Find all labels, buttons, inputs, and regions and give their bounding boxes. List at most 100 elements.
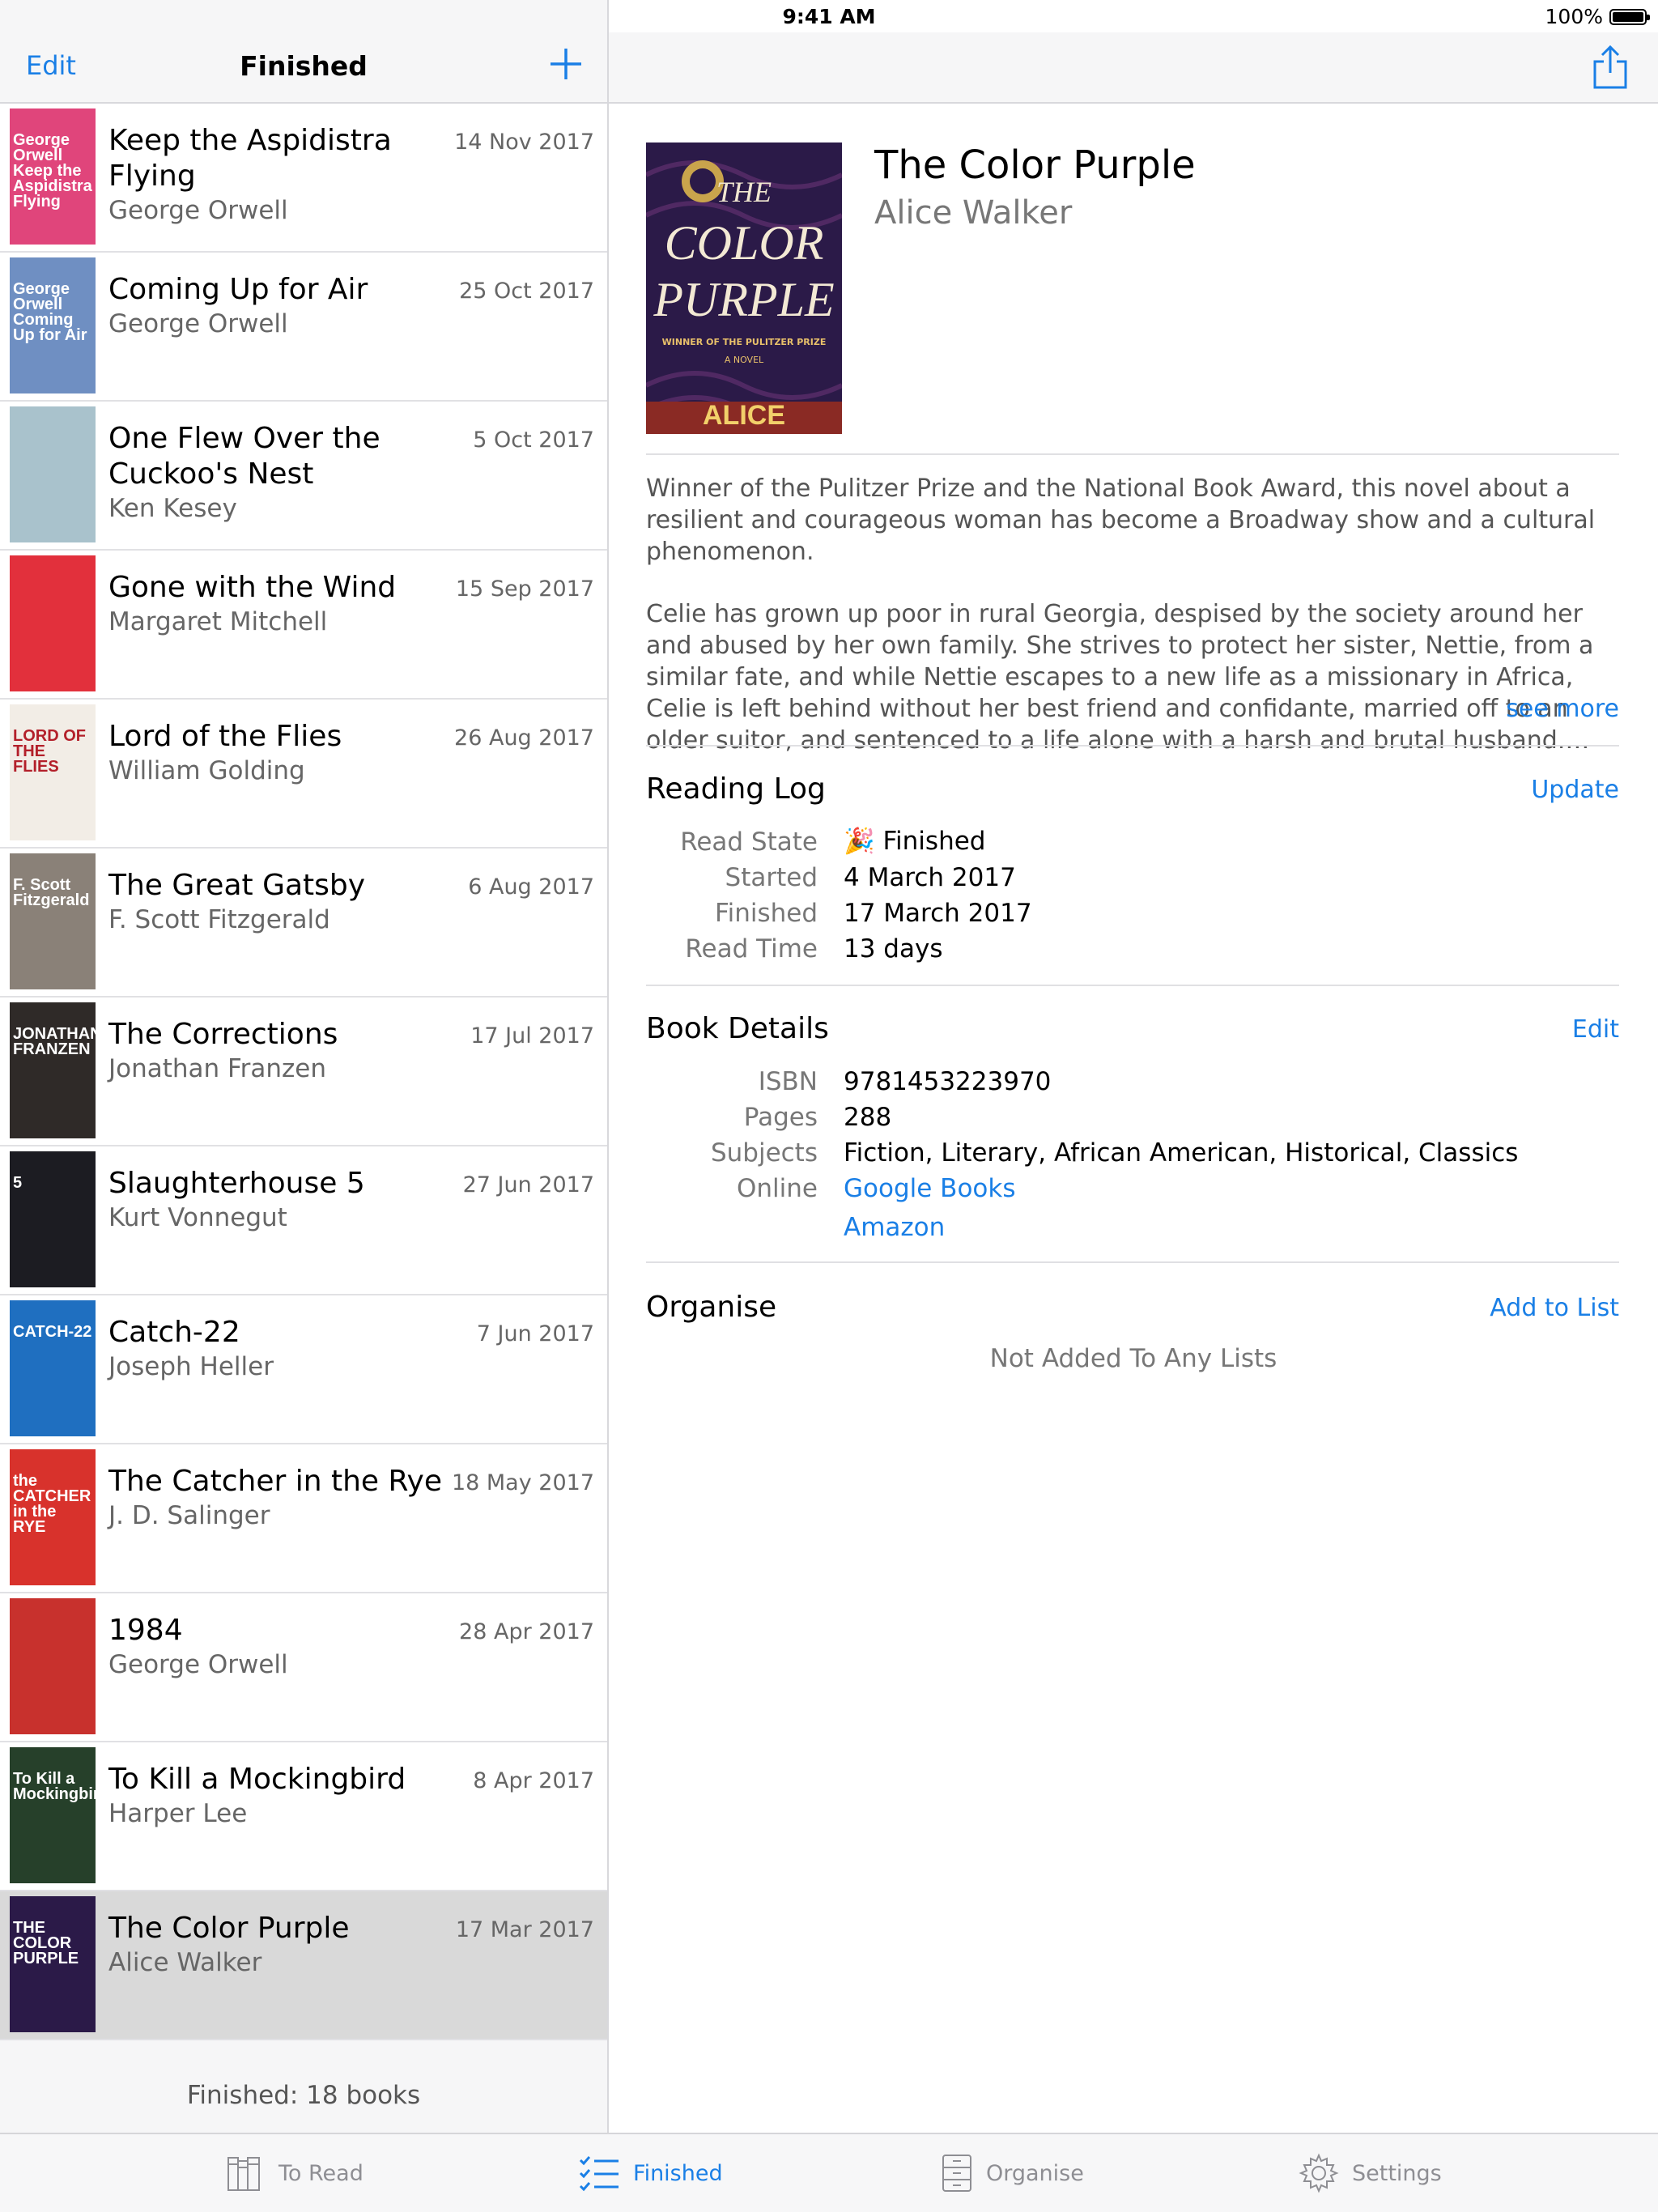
book-row-date: 5 Oct 2017	[473, 428, 594, 453]
book-row-title: To Kill a Mockingbird	[108, 1763, 406, 1796]
started-label: Started	[725, 863, 818, 892]
cover-thumbnail-text: CATCH-22	[13, 1323, 92, 1341]
cover-thumbnail-text: F. Scott Fitzgerald	[13, 876, 90, 909]
book-row-title: Coming Up for Air	[108, 273, 368, 306]
book-row[interactable]: One Flew Over the Cuckoo's Nest Ken Kesey…	[0, 402, 607, 551]
book-cover-thumbnail: JONATHAN FRANZEN	[10, 1002, 96, 1138]
book-author: Alice Walker	[874, 194, 1073, 232]
book-row-title: Gone with the Wind	[108, 571, 397, 604]
book-cover-thumbnail: THE COLOR PURPLE	[10, 1896, 96, 2032]
cover-thumbnail-text: JONATHAN FRANZEN	[13, 1025, 96, 1058]
divider	[646, 985, 1619, 986]
plus-icon[interactable]	[546, 44, 586, 84]
book-cover-thumbnail	[10, 1598, 96, 1734]
google-books-link[interactable]: Google Books	[844, 1174, 1015, 1203]
book-row-author: George Orwell	[108, 1650, 288, 1679]
book-row-title: 1984	[108, 1614, 183, 1647]
book-row-title: Keep the Aspidistra Flying	[108, 124, 392, 193]
master-pane: Edit Finished George Orwell Keep the Asp…	[0, 0, 607, 2133]
book-row[interactable]: LORD OF THE FLIES Lord of the Flies Willia…	[0, 700, 607, 849]
pages-label: Pages	[743, 1103, 818, 1132]
book-cover-thumbnail: LORD OF THE FLIES	[10, 704, 96, 840]
divider	[646, 745, 1619, 747]
book-row[interactable]: George Orwell Coming Up for Air Coming Up…	[0, 253, 607, 402]
book-cover-thumbnail: F. Scott Fitzgerald	[10, 853, 96, 989]
book-cover-thumbnail: the CATCHER in the RYE	[10, 1449, 96, 1585]
book-row[interactable]: THE COLOR PURPLE The Color Purple Alice Wa…	[0, 1891, 607, 2040]
cover-thumbnail-text: the CATCHER in the RYE	[13, 1472, 91, 1536]
book-cover-thumbnail: CATCH-22	[10, 1300, 96, 1436]
book-row-date: 7 Jun 2017	[476, 1321, 594, 1346]
reading-log-title: Reading Log	[646, 772, 826, 806]
tab-settings[interactable]: Settings	[1299, 2134, 1442, 2212]
book-row-author: Ken Kesey	[108, 494, 237, 523]
books-icon	[227, 2157, 260, 2191]
read-time-value: 13 days	[844, 934, 943, 963]
book-row-title: One Flew Over the Cuckoo's Nest	[108, 422, 380, 491]
book-row[interactable]: JONATHAN FRANZEN The Corrections Jonathan …	[0, 998, 607, 1146]
book-details-title: Book Details	[646, 1012, 829, 1045]
book-description: Winner of the Pulitzer Prize and the Nat…	[646, 473, 1621, 787]
book-cover-thumbnail: 5	[10, 1151, 96, 1287]
master-navbar: Edit Finished	[0, 32, 607, 104]
tab-to-read[interactable]: To Read	[225, 2134, 363, 2212]
tab-organise[interactable]: Organise	[941, 2134, 1084, 2212]
book-row-date: 8 Apr 2017	[473, 1768, 594, 1793]
share-icon[interactable]	[1592, 44, 1629, 91]
checklist-icon	[579, 2156, 619, 2192]
cover-line-2: COLOR	[664, 216, 824, 270]
book-row-title: Slaughterhouse 5	[108, 1167, 365, 1200]
cover-thumbnail-text: 5	[13, 1174, 23, 1192]
read-state-label: Read State	[680, 827, 818, 857]
add-to-list-button[interactable]: Add to List	[1490, 1294, 1619, 1322]
cover-tagline: WINNER OF THE PULITZER PRIZE	[661, 337, 827, 347]
isbn-label: ISBN	[758, 1067, 818, 1096]
book-title: The Color Purple	[874, 143, 1196, 188]
started-value: 4 March 2017	[844, 863, 1016, 892]
book-row[interactable]: CATCH-22 Catch-22 Joseph Heller 7 Jun 2017	[0, 1295, 607, 1444]
book-row[interactable]: F. Scott Fitzgerald The Great Gatsby F. Sc…	[0, 849, 607, 998]
book-list: George Orwell Keep the Aspidistra Flying…	[0, 104, 607, 2040]
finished-value: 17 March 2017	[844, 899, 1032, 928]
book-row[interactable]: To Kill a Mockingbird To Kill a Mockingbi…	[0, 1742, 607, 1891]
update-button[interactable]: Update	[1531, 776, 1619, 804]
see-more-link[interactable]: see more	[1506, 695, 1619, 723]
pages-value: 288	[844, 1103, 892, 1132]
book-row-title: Lord of the Flies	[108, 720, 342, 753]
tab-finished[interactable]: Finished	[578, 2134, 723, 2212]
book-row[interactable]: George Orwell Keep the Aspidistra Flying…	[0, 104, 607, 253]
book-row[interactable]: 1984 George Orwell 28 Apr 2017	[0, 1593, 607, 1742]
book-row-date: 26 Aug 2017	[454, 725, 594, 751]
book-row-date: 14 Nov 2017	[454, 130, 594, 155]
cover-thumbnail-text: George Orwell Coming Up for Air	[13, 280, 87, 344]
subjects-label: Subjects	[710, 1138, 818, 1168]
book-row[interactable]: Gone with the Wind Margaret Mitchell 15 Se…	[0, 551, 607, 700]
online-label: Online	[737, 1174, 818, 1203]
amazon-link[interactable]: Amazon	[844, 1213, 945, 1242]
book-row-title: Catch-22	[108, 1316, 240, 1349]
book-cover-thumbnail: George Orwell Coming Up for Air	[10, 257, 96, 393]
master-title: Finished	[240, 50, 368, 82]
book-row-date: 15 Sep 2017	[455, 576, 594, 602]
book-row-author: Margaret Mitchell	[108, 607, 328, 636]
book-row-author: Alice Walker	[108, 1948, 262, 1977]
book-row-title: The Catcher in the Rye	[108, 1465, 442, 1498]
divider	[646, 453, 1619, 455]
book-row[interactable]: the CATCHER in the RYE The Catcher in the…	[0, 1444, 607, 1593]
book-cover: THE COLOR PURPLE WINNER OF THE PULITZER …	[646, 143, 842, 434]
book-row-date: 25 Oct 2017	[459, 279, 594, 304]
book-row-author: George Orwell	[108, 309, 288, 338]
book-row[interactable]: 5 Slaughterhouse 5 Kurt Vonnegut 27 Jun 201…	[0, 1146, 607, 1295]
gear-icon	[1299, 2153, 1339, 2193]
book-row-date: 27 Jun 2017	[462, 1172, 594, 1197]
tab-label: To Read	[278, 2160, 363, 2186]
book-row-title: The Great Gatsby	[108, 869, 366, 902]
tab-label: Settings	[1352, 2160, 1442, 2186]
book-row-author: Joseph Heller	[108, 1352, 274, 1381]
book-row-author: Harper Lee	[108, 1799, 248, 1828]
organise-title: Organise	[646, 1291, 777, 1324]
edit-details-button[interactable]: Edit	[1572, 1015, 1619, 1044]
book-row-title: The Corrections	[108, 1018, 338, 1051]
tab-label: Finished	[633, 2160, 723, 2186]
cover-line-3: PURPLE	[653, 273, 835, 326]
